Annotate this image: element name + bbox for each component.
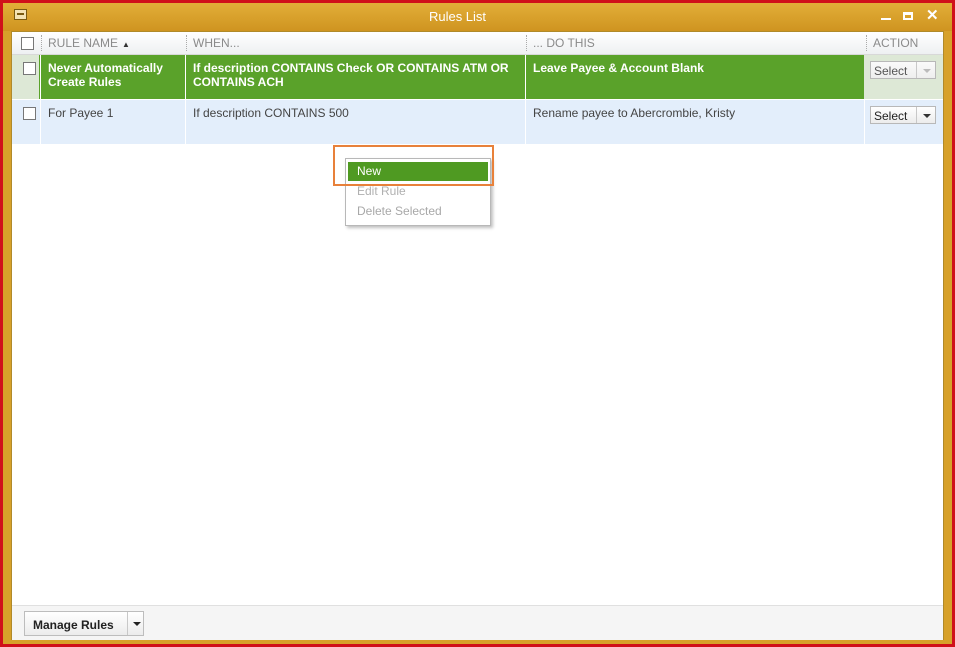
menu-item-delete-selected: Delete Selected	[357, 204, 442, 218]
chevron-down-icon[interactable]	[923, 69, 931, 73]
rules-panel: RULE NAME ▲ WHEN... ... DO THIS ACTION Ne…	[11, 31, 944, 640]
select-button[interactable]: Select	[870, 106, 936, 124]
manage-rules-label: Manage Rules	[33, 618, 114, 632]
close-icon[interactable]: ✕	[926, 8, 939, 23]
column-divider	[866, 35, 867, 51]
rule-name: Never Automatically Create Rules	[48, 61, 163, 89]
rule-name: For Payee 1	[48, 106, 114, 120]
highlight-box	[333, 145, 494, 186]
column-header-label: RULE NAME	[48, 36, 119, 50]
row-checkbox[interactable]	[23, 62, 36, 75]
column-divider	[526, 35, 527, 51]
column-header-rule-name[interactable]: RULE NAME ▲	[48, 32, 130, 54]
maximize-icon[interactable]	[903, 12, 913, 20]
table-row[interactable]: Never Automatically Create Rules If desc…	[12, 55, 943, 99]
select-button-label: Select	[874, 64, 908, 78]
rule-action: Leave Payee & Account Blank	[533, 61, 704, 75]
select-button[interactable]: Select	[870, 61, 936, 79]
rule-condition: If description CONTAINS Check OR CONTAIN…	[193, 61, 509, 89]
column-header-when[interactable]: WHEN...	[193, 32, 240, 54]
chevron-down-icon[interactable]	[133, 622, 141, 626]
column-divider	[41, 35, 42, 51]
rule-condition: If description CONTAINS 500	[193, 106, 349, 120]
column-divider	[186, 35, 187, 51]
table-header: RULE NAME ▲ WHEN... ... DO THIS ACTION	[12, 32, 943, 55]
title-bar[interactable]: Rules List ✕	[3, 3, 952, 31]
window-title: Rules List	[428, 9, 487, 24]
rule-action: Rename payee to Abercrombie, Kristy	[533, 106, 736, 120]
column-header-do-this[interactable]: ... DO THIS	[533, 32, 595, 54]
sort-ascending-icon: ▲	[122, 40, 130, 49]
chevron-down-icon[interactable]	[923, 114, 931, 118]
select-all-checkbox[interactable]	[21, 37, 34, 50]
minimize-icon[interactable]	[881, 18, 891, 20]
window-frame: Rules List ✕ RULE NAME ▲ WHEN... ... DO T…	[0, 0, 955, 647]
row-checkbox[interactable]	[23, 107, 36, 120]
select-button-label: Select	[874, 109, 908, 123]
footer-bar: Manage Rules	[12, 605, 943, 640]
column-header-action[interactable]: ACTION	[873, 32, 918, 54]
manage-rules-button[interactable]: Manage Rules	[24, 611, 144, 636]
table-row[interactable]: For Payee 1 If description CONTAINS 500 …	[12, 100, 943, 144]
